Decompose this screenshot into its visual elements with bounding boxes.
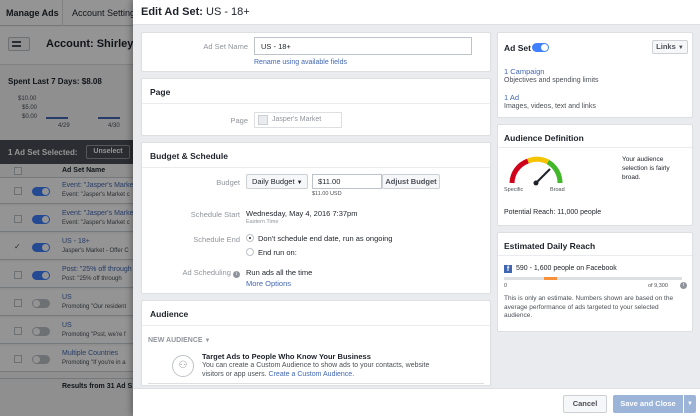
- toggle-knob: [541, 44, 548, 51]
- more-options-link[interactable]: More Options: [246, 279, 291, 288]
- dialog-footer: Cancel Save and Close ▼: [133, 388, 700, 416]
- save-and-close-button[interactable]: Save and Close: [613, 395, 683, 413]
- campaign-link[interactable]: 1 Campaign: [504, 67, 544, 76]
- estimated-reach-title: Estimated Daily Reach: [504, 241, 596, 251]
- ad-link[interactable]: 1 Ad: [504, 93, 519, 102]
- gauge-green-segment: [546, 159, 563, 184]
- ad-set-toggle[interactable]: [532, 43, 549, 52]
- gauge-specific-label: Specific: [504, 187, 524, 193]
- chevron-down-icon: ▼: [204, 338, 211, 344]
- page-section-title: Page: [150, 87, 171, 97]
- page-avatar-icon: [258, 115, 268, 125]
- reach-range-fill: [544, 277, 557, 280]
- dialog-header: Edit Ad Set: US - 18+: [133, 0, 700, 25]
- potential-reach: Potential Reach: 11,000 people: [504, 209, 602, 216]
- info-icon[interactable]: i: [233, 271, 240, 278]
- budget-label: Budget: [216, 178, 240, 187]
- audience-definition-title: Audience Definition: [504, 133, 584, 143]
- ad-set-summary-card: Ad Set Links ▼ 1 Campaign Objectives and…: [497, 32, 693, 118]
- audience-card: Audience NEW AUDIENCE ▼ ⚇ Target Ads to …: [141, 300, 491, 386]
- new-audience-label: NEW AUDIENCE: [148, 337, 203, 344]
- reach-note: This is only an estimate. Numbers shown …: [504, 295, 674, 319]
- cancel-button[interactable]: Cancel: [563, 395, 607, 413]
- create-custom-audience-link[interactable]: Create a Custom Audience.: [269, 371, 355, 378]
- dialog-title-prefix: Edit Ad Set:: [141, 6, 203, 18]
- gauge-red-segment: [509, 158, 529, 184]
- end-run-on-label: End run on:: [258, 248, 297, 257]
- campaign-desc: Objectives and spending limits: [504, 77, 599, 84]
- audience-note: Your audience selection is fairly broad.: [622, 156, 670, 181]
- links-label: Links: [656, 42, 676, 51]
- page-selector[interactable]: Jasper's Market: [254, 112, 342, 128]
- custom-audience-text: You can create a Custom Audience to show…: [202, 362, 430, 369]
- reach-max: of 9,300: [648, 283, 668, 289]
- gauge-pivot: [533, 180, 539, 186]
- gauge-needle: [535, 168, 551, 184]
- budget-usd: $11.00 USD: [312, 191, 342, 197]
- timezone: Eastern Time: [246, 219, 279, 225]
- budget-type-value: Daily Budget: [252, 177, 295, 186]
- end-run-on-radio[interactable]: [246, 248, 254, 256]
- custom-audience-icon: ⚇: [172, 355, 194, 377]
- chevron-down-icon: ▼: [677, 45, 684, 51]
- ad-desc: Images, videos, text and links: [504, 103, 596, 110]
- divider: [148, 383, 484, 384]
- divider: [142, 167, 490, 168]
- audience-section-title: Audience: [150, 309, 189, 319]
- ad-set-name-label: Ad Set Name: [203, 42, 248, 51]
- links-dropdown[interactable]: Links ▼: [652, 40, 688, 54]
- page-card: Page Page Jasper's Market: [141, 78, 491, 136]
- ad-scheduling-text: Ad Scheduling: [182, 268, 231, 277]
- adjust-budget-button[interactable]: Adjust Budget: [382, 174, 440, 189]
- reach-value: 590 - 1,600 people on Facebook: [516, 265, 617, 272]
- dialog-title: Edit Ad Set: US - 18+: [141, 6, 250, 18]
- facebook-icon: f: [504, 265, 512, 273]
- divider: [142, 325, 490, 326]
- ad-set-label: Ad Set: [504, 43, 531, 53]
- save-options-chevron-icon[interactable]: ▼: [684, 395, 696, 413]
- budget-schedule-card: Budget & Schedule Budget Daily Budget ▼ …: [141, 142, 491, 294]
- reach-min: 0: [504, 283, 508, 289]
- new-audience-dropdown[interactable]: NEW AUDIENCE ▼: [148, 337, 210, 344]
- page-label: Page: [230, 116, 248, 125]
- custom-audience-text-2: visitors or app users. Create a Custom A…: [202, 371, 354, 378]
- gauge-broad-label: Broad: [550, 187, 565, 193]
- divider: [142, 103, 490, 104]
- edit-ad-set-dialog: Edit Ad Set: US - 18+ Ad Set Name US - 1…: [133, 0, 700, 416]
- budget-amount-input[interactable]: $11.00: [312, 174, 382, 189]
- no-end-date-label: Don't schedule end date, run as ongoing: [258, 234, 393, 243]
- divider: [498, 147, 692, 148]
- gauge-yellow-segment: [527, 156, 550, 165]
- divider: [498, 255, 692, 256]
- schedule-start-label: Schedule Start: [190, 210, 240, 219]
- rename-link[interactable]: Rename using available fields: [254, 59, 347, 66]
- ad-set-name-input[interactable]: US - 18+: [254, 37, 472, 55]
- page-name: Jasper's Market: [272, 116, 322, 123]
- chevron-down-icon: ▼: [296, 180, 303, 186]
- budget-section-title: Budget & Schedule: [150, 151, 228, 161]
- schedule-start-value[interactable]: Wednesday, May 4, 2016 7:37pm: [246, 209, 357, 218]
- no-end-date-radio[interactable]: [246, 234, 254, 242]
- budget-type-dropdown[interactable]: Daily Budget ▼: [246, 174, 308, 189]
- dialog-title-name: US - 18+: [206, 6, 250, 18]
- custom-audience-text-2-body: visitors or app users.: [202, 371, 267, 378]
- custom-audience-title: Target Ads to People Who Know Your Busin…: [202, 352, 371, 361]
- info-icon[interactable]: i: [680, 282, 687, 289]
- audience-gauge: [509, 156, 563, 186]
- schedule-end-label: Schedule End: [193, 235, 240, 244]
- audience-definition-card: Audience Definition Specific Broad Your …: [497, 124, 693, 226]
- reach-track: [504, 277, 682, 280]
- ad-scheduling-label: Ad Scheduling i: [152, 268, 240, 278]
- ad-set-name-card: Ad Set Name US - 18+ Rename using availa…: [141, 32, 491, 72]
- ad-scheduling-value: Run ads all the time: [246, 268, 313, 277]
- estimated-reach-card: Estimated Daily Reach f 590 - 1,600 peop…: [497, 232, 693, 332]
